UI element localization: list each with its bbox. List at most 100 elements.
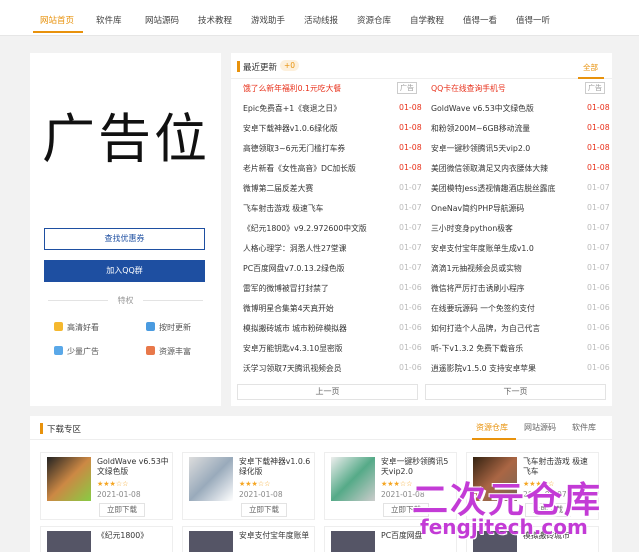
recent-item[interactable]: 雷军的微博被冒打封禁了 01-06 xyxy=(243,283,423,302)
recent-item[interactable]: 微博明星合集第4天真开始 01-06 xyxy=(243,303,423,322)
prev-page-button[interactable]: 上一页 xyxy=(237,384,418,400)
recent-item-title[interactable]: 《纪元1800》v9.2.972600中文版 xyxy=(243,223,383,234)
card-thumbnail[interactable] xyxy=(189,531,233,552)
recent-item[interactable]: 美团模特Jess透视情趣酒店脱丝露底 01-07 xyxy=(431,183,611,202)
recent-item[interactable]: OneNav简约PHP导航源码 01-07 xyxy=(431,203,611,222)
recent-item[interactable]: 在线要玩源码 一个免签约支付 01-06 xyxy=(431,303,611,322)
card-thumbnail[interactable] xyxy=(47,531,91,552)
card-thumbnail[interactable] xyxy=(331,457,375,501)
recent-item-title[interactable]: PC百度网盘v7.0.13.2绿色版 xyxy=(243,263,383,274)
ad-placeholder[interactable]: 广告位 xyxy=(42,97,210,173)
recent-item-title[interactable]: 听-下v1.3.2 免费下载音乐 xyxy=(431,343,571,354)
recent-item[interactable]: 微博第二届反差大赛 01-07 xyxy=(243,183,423,202)
recent-item-title[interactable]: GoldWave v6.53中文绿色版 xyxy=(431,103,571,114)
join-qq-group-button[interactable]: 加入QQ群 xyxy=(44,260,205,282)
recent-item[interactable]: 模拟搬砖城市 城市粉碎模拟器 01-06 xyxy=(243,323,423,342)
card-title[interactable]: 安卓下载神器v1.0.6绿化版 xyxy=(239,457,311,477)
recent-item-title[interactable]: 微博明星合集第4天真开始 xyxy=(243,303,383,314)
recent-item[interactable]: 安卓支付宝年度账单生成v1.0 01-07 xyxy=(431,243,611,262)
card-thumbnail[interactable] xyxy=(47,457,91,501)
recent-item-title[interactable]: 飞车射击游戏 极速飞车 xyxy=(243,203,383,214)
recent-item-title[interactable]: 饿了么新年福利0.1元吃大餐 xyxy=(243,83,383,94)
recent-item[interactable]: 微信将严厉打击诱刷小程序 01-06 xyxy=(431,283,611,302)
recent-item-title[interactable]: 和粉领200M~6GB移动流量 xyxy=(431,123,571,134)
nav-item-software[interactable]: 软件库 xyxy=(96,14,122,26)
download-button[interactable]: 立即下载 xyxy=(241,503,287,517)
card-title[interactable]: 《纪元1800》 xyxy=(97,531,169,541)
recent-item[interactable]: 和粉领200M~6GB移动流量 01-08 xyxy=(431,123,611,142)
recent-item[interactable]: 美团微信领取满足又内衣腰体大辣 01-08 xyxy=(431,163,611,182)
recent-item-title[interactable]: 安卓支付宝年度账单生成v1.0 xyxy=(431,243,571,254)
next-page-button[interactable]: 下一页 xyxy=(425,384,606,400)
nav-item-source[interactable]: 网站源码 xyxy=(145,14,179,26)
recent-item[interactable]: 安卓下载神器v1.0.6绿化版 01-08 xyxy=(243,123,423,142)
recent-item-title[interactable]: 美团微信领取满足又内衣腰体大辣 xyxy=(431,163,571,174)
recent-item[interactable]: 人格心理学：洞悉人性27堂课 01-07 xyxy=(243,243,423,262)
nav-item-resource[interactable]: 资源仓库 xyxy=(357,14,391,26)
nav-item-activity[interactable]: 活动线报 xyxy=(304,14,338,26)
recent-item[interactable]: 逍遥影院v1.5.0 支持安卓苹果 01-06 xyxy=(431,363,611,382)
recent-item-title[interactable]: 安卓一键秒领腾讯5天vip2.0 xyxy=(431,143,571,154)
nav-item-listen[interactable]: 值得一听 xyxy=(516,14,550,26)
download-card[interactable]: 安卓下载神器v1.0.6绿化版 ★★★☆☆ 2021-01-08 立即下载 xyxy=(182,452,315,520)
recent-item-title[interactable]: 微信将严厉打击诱刷小程序 xyxy=(431,283,571,294)
tab-source[interactable]: 网站源码 xyxy=(524,422,556,433)
card-title[interactable]: GoldWave v6.53中文绿色版 xyxy=(97,457,169,477)
recent-item[interactable]: QQ卡在线查询手机号 广告 xyxy=(431,82,611,102)
nav-item-watch[interactable]: 值得一看 xyxy=(463,14,497,26)
download-card[interactable]: 《纪元1800》 xyxy=(40,526,173,552)
recent-item[interactable]: 安卓一键秒领腾讯5天vip2.0 01-08 xyxy=(431,143,611,162)
download-card[interactable]: 安卓支付宝年度账单 xyxy=(182,526,315,552)
download-header: 下载专区 资源仓库 网站源码 软件库 xyxy=(30,416,612,440)
recent-item[interactable]: 沃学习领取7天腾讯视频会员 01-06 xyxy=(243,363,423,382)
recent-item-title[interactable]: 美团模特Jess透视情趣酒店脱丝露底 xyxy=(431,183,571,194)
find-coupon-button[interactable]: 查找优惠券 xyxy=(44,228,205,250)
nav-item-tutorial[interactable]: 技术教程 xyxy=(198,14,232,26)
recent-item-title[interactable]: OneNav简约PHP导航源码 xyxy=(431,203,571,214)
recent-item[interactable]: 听-下v1.3.2 免费下载音乐 01-06 xyxy=(431,343,611,362)
recent-item-title[interactable]: 人格心理学：洞悉人性27堂课 xyxy=(243,243,383,254)
recent-item[interactable]: GoldWave v6.53中文绿色版 01-08 xyxy=(431,103,611,122)
recent-item-date: 01-06 xyxy=(587,363,610,372)
recent-item-title[interactable]: 安卓下载神器v1.0.6绿化版 xyxy=(243,123,383,134)
recent-item-title[interactable]: 微博第二届反差大赛 xyxy=(243,183,383,194)
recent-item[interactable]: 三小时变身python极客 01-07 xyxy=(431,223,611,242)
feature-update: 按时更新 xyxy=(146,322,191,333)
recent-item[interactable]: 飞车射击游戏 极速飞车 01-07 xyxy=(243,203,423,222)
card-title[interactable]: 安卓支付宝年度账单 xyxy=(239,531,311,541)
recent-item-title[interactable]: 滴滴1元抽视频会员或实物 xyxy=(431,263,571,274)
recent-item-title[interactable]: 在线要玩源码 一个免签约支付 xyxy=(431,303,571,314)
recent-item[interactable]: Epic免费喜+1《衰退之日》 01-08 xyxy=(243,103,423,122)
tab-software[interactable]: 软件库 xyxy=(572,422,596,433)
tab-resource[interactable]: 资源仓库 xyxy=(476,422,508,433)
recent-item[interactable]: 老片新看《女性高音》DC加长版 01-08 xyxy=(243,163,423,182)
view-all-link[interactable]: 全部 xyxy=(583,62,598,73)
recent-item-title[interactable]: 安卓万能钥匙v4.3.10显密版 xyxy=(243,343,383,354)
nav-item-home[interactable]: 网站首页 xyxy=(40,14,74,26)
recent-item[interactable]: 如何打造个人品牌，为自己代言 01-06 xyxy=(431,323,611,342)
nav-item-game[interactable]: 游戏助手 xyxy=(251,14,285,26)
recent-item[interactable]: 滴滴1元抽视频会员或实物 01-07 xyxy=(431,263,611,282)
nav-item-selfstudy[interactable]: 自学教程 xyxy=(410,14,444,26)
recent-item[interactable]: 《纪元1800》v9.2.972600中文版 01-07 xyxy=(243,223,423,242)
card-thumbnail[interactable] xyxy=(331,531,375,552)
recent-item-title[interactable]: 老片新看《女性高音》DC加长版 xyxy=(243,163,383,174)
recent-item-title[interactable]: Epic免费喜+1《衰退之日》 xyxy=(243,103,383,114)
card-thumbnail[interactable] xyxy=(189,457,233,501)
recent-item-title[interactable]: 如何打造个人品牌，为自己代言 xyxy=(431,323,571,334)
recent-header: 最近更新 +0 全部 xyxy=(231,53,612,79)
download-card[interactable]: GoldWave v6.53中文绿色版 ★★★☆☆ 2021-01-08 立即下载 xyxy=(40,452,173,520)
recent-item-title[interactable]: 逍遥影院v1.5.0 支持安卓苹果 xyxy=(431,363,571,374)
recent-item-title[interactable]: 模拟搬砖城市 城市粉碎模拟器 xyxy=(243,323,383,334)
download-button[interactable]: 立即下载 xyxy=(99,503,145,517)
recent-item-title[interactable]: 雷军的微博被冒打封禁了 xyxy=(243,283,383,294)
recent-item[interactable]: PC百度网盘v7.0.13.2绿色版 01-07 xyxy=(243,263,423,282)
recent-item-title[interactable]: QQ卡在线查询手机号 xyxy=(431,83,571,94)
recent-item-title[interactable]: 三小时变身python极客 xyxy=(431,223,571,234)
recent-item[interactable]: 饿了么新年福利0.1元吃大餐 广告 xyxy=(243,82,423,102)
recent-item[interactable]: 安卓万能钥匙v4.3.10显密版 01-06 xyxy=(243,343,423,362)
recent-item-title[interactable]: 沃学习领取7天腾讯视频会员 xyxy=(243,363,383,374)
recent-item[interactable]: 高德领取3~6元无门槛打车券 01-08 xyxy=(243,143,423,162)
recent-item-date: 01-06 xyxy=(399,283,422,292)
recent-item-title[interactable]: 高德领取3~6元无门槛打车券 xyxy=(243,143,383,154)
